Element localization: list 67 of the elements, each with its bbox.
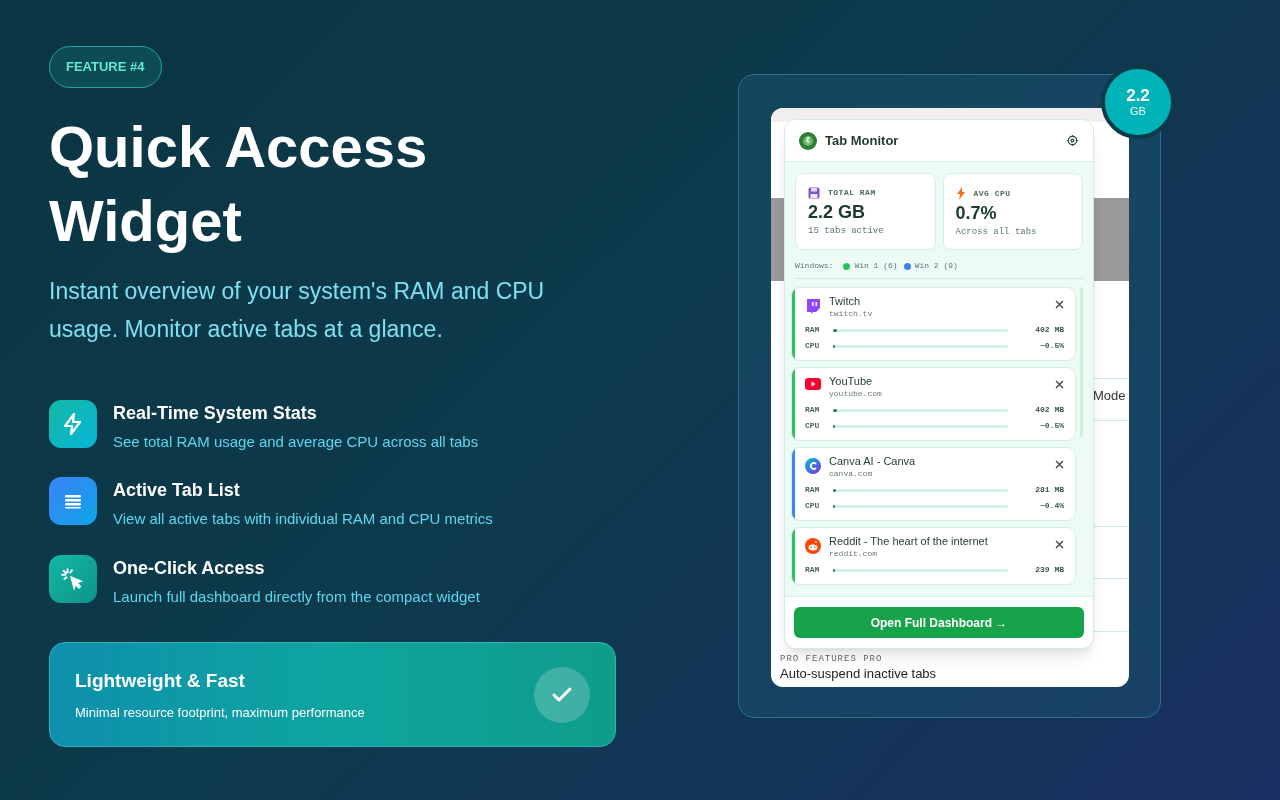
stat-label: AVG CPU [973,187,1011,200]
metric-value: ~0.4% [1039,500,1064,512]
close-button[interactable] [1055,380,1064,389]
window-label: Win 2 (9) [914,260,958,272]
stat-note: 15 tabs active [808,225,885,238]
widget-title: Tab Monitor [825,131,899,150]
highlight-text: Minimal resource footprint, maximum performance [75,704,365,722]
lightning-icon [955,187,966,200]
alien-head-icon [805,538,821,554]
tab-domain: youtube.com [829,388,882,399]
metric-label: RAM [805,404,821,416]
memory-unit: GB [1130,104,1146,118]
page-subtitle: Instant overview of your system's RAM and CPU usage. Monitor active tabs at a glance. [49,276,546,344]
feature-text: View all active tabs with individual RAM and CPU metrics [113,509,493,529]
metric-value: 239 MB [1034,564,1064,576]
metric-label: CPU [805,340,821,352]
windows-label: Windows: [795,260,834,272]
settings-icon[interactable] [1066,134,1079,147]
tab-card[interactable]: Canva AI - Canva canva.com RAM 281 MB CPU ~0.4% [791,447,1076,521]
play-icon [805,378,821,390]
chat-bubble-icon [805,298,821,314]
stat-label: TOTAL RAM [828,187,876,199]
stat-value: 0.7% [955,202,998,224]
letter-c-icon [805,458,821,474]
highlight-title: Lightweight & Fast [75,668,246,693]
feature-title: One-Click Access [113,556,266,580]
close-button[interactable] [1055,460,1064,469]
tab-title: Twitch [829,295,862,308]
feature-title: Active Tab List [113,479,241,502]
metric-value: 402 MB [1034,404,1064,416]
feature-title: Real-Time System Stats [113,401,318,425]
lightning-icon [49,399,97,448]
page-text: Mode [1093,387,1126,405]
metric-value: 402 MB [1034,324,1064,336]
metric-value: 281 MB [1034,484,1064,496]
metric-label: RAM [805,564,821,576]
tab-title: Canva AI - Canva [829,455,916,468]
metric-value: ~0.5% [1039,340,1064,352]
tab-card[interactable]: Twitch twitch.tv RAM 402 MB CPU ~0.5% [791,287,1076,361]
memory-value: 2.2 [1126,86,1150,105]
scrollbar[interactable] [1080,287,1083,437]
close-button[interactable] [1055,540,1064,549]
metric-label: CPU [805,420,821,432]
feature-badge: FEATURE #4 [49,46,162,88]
metric-label: RAM [805,484,821,496]
tab-title: Reddit - The heart of the internet [829,535,988,548]
metric-value: ~0.5% [1039,420,1064,432]
page-text: Auto-suspend inactive tabs [780,666,937,682]
page-title: Quick Access Widget [49,112,429,255]
section-label: PRO FEATURES PRO [780,653,883,666]
tab-domain: canva.com [829,468,874,479]
feature-text: Launch full dashboard directly from the compact widget [113,586,480,607]
metric-label: CPU [805,500,821,512]
tab-card[interactable]: Reddit - The heart of the internet reddit.com RAM 239 MB [791,527,1076,585]
tab-card[interactable]: YouTube youtube.com RAM 402 MB CPU ~0.5% [791,367,1076,441]
stat-note: Across all tabs [955,226,1038,239]
close-button[interactable] [1055,300,1064,309]
tab-domain: reddit.com [829,548,878,559]
logo-icon [799,131,817,150]
tab-title: YouTube [829,375,874,388]
stat-value: 2.2 GB [808,201,867,223]
list-icon [49,477,97,525]
tab-domain: twitch.tv [829,308,873,319]
metric-label: RAM [805,324,821,336]
feature-text: See total RAM usage and average CPU across all tabs [113,431,479,452]
window-label: Win 1 (6) [854,260,898,272]
cursor-click-icon [49,554,97,603]
